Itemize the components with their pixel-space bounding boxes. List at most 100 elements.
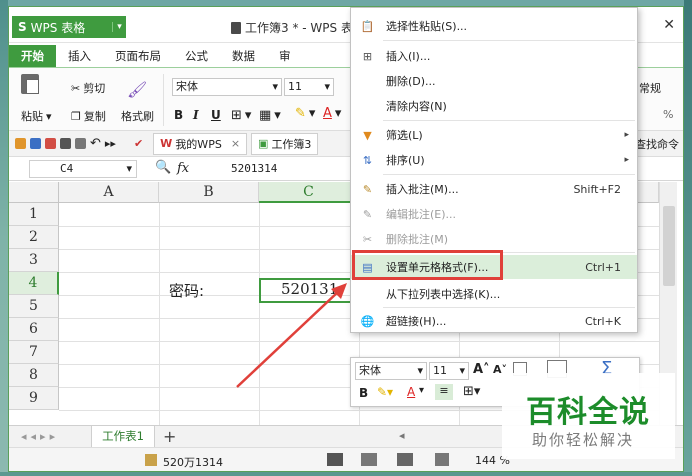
- sheet-nav-icon[interactable]: ◂◂▸▸: [21, 430, 59, 443]
- font-color-button[interactable]: A ▾: [323, 106, 341, 121]
- paste-icon[interactable]: [21, 74, 39, 94]
- gridline: [159, 203, 160, 425]
- row-header-3[interactable]: 3: [9, 249, 59, 272]
- wps-logo-icon: S: [18, 20, 27, 34]
- format-painter-icon[interactable]: 🖌: [127, 80, 147, 99]
- page-break-view-icon[interactable]: [397, 453, 413, 466]
- zoom-search-icon[interactable]: 🔍: [155, 160, 171, 175]
- cell-b4[interactable]: 密码:: [169, 280, 204, 301]
- column-header-b[interactable]: B: [159, 182, 259, 203]
- menu-item-insert-comment[interactable]: ✎ 插入批注(M)... Shift+F2: [351, 177, 637, 201]
- gridline: [259, 203, 260, 425]
- cut-button[interactable]: ✂ 剪切: [71, 80, 105, 96]
- row-header-2[interactable]: 2: [9, 226, 59, 249]
- scrollbar-thumb[interactable]: [663, 206, 675, 286]
- open-icon[interactable]: [15, 138, 26, 149]
- menu-item-insert[interactable]: ⊞ 插入(I)...: [351, 44, 637, 68]
- save-icon[interactable]: [30, 138, 41, 149]
- tab-workbook3[interactable]: ▣ 工作簿3: [251, 132, 319, 155]
- row-header-5[interactable]: 5: [9, 295, 59, 318]
- highlight-color-button[interactable]: ✎ ▾: [295, 106, 315, 121]
- select-all-corner[interactable]: [9, 182, 59, 203]
- chevron-down-icon: ▾: [274, 108, 281, 123]
- menu-item-hyperlink[interactable]: 🌐 超链接(H)... Ctrl+K: [351, 309, 637, 333]
- menu-item-delete[interactable]: 删除(D)...: [351, 69, 637, 93]
- percent-button[interactable]: %: [663, 108, 673, 121]
- font-color-icon: A: [323, 106, 332, 121]
- border-button[interactable]: ⊞ ▾: [231, 108, 251, 123]
- sheet-tab-active[interactable]: 工作表1: [91, 426, 155, 448]
- row-header-7[interactable]: 7: [9, 341, 59, 364]
- row-header-4[interactable]: 4: [9, 272, 59, 295]
- context-menu: 📋 选择性粘贴(S)... ⊞ 插入(I)... 删除(D)... 清除内容(N) …: [350, 7, 638, 333]
- underline-button[interactable]: U: [211, 108, 221, 122]
- ribbon-divider: [163, 74, 164, 126]
- mini-bold-button[interactable]: B: [359, 386, 368, 400]
- name-box[interactable]: C4 ▾: [29, 160, 137, 178]
- mini-font-size-value: 11: [433, 364, 447, 377]
- menu-divider: [383, 40, 635, 41]
- mini-font-name-select[interactable]: 宋体 ▾: [355, 362, 427, 380]
- row-header-1[interactable]: 1: [9, 203, 59, 226]
- tab-mywps-label: 我的WPS: [175, 137, 222, 151]
- row-header-8[interactable]: 8: [9, 364, 59, 387]
- bold-button[interactable]: B: [174, 108, 183, 122]
- mini-font-color-icon[interactable]: A: [407, 385, 415, 399]
- format-painter-button[interactable]: 格式刷: [121, 108, 154, 124]
- mini-border-icon[interactable]: ⊞▾: [463, 384, 480, 399]
- font-name-select[interactable]: 宋体 ▾: [172, 78, 282, 96]
- menu-item-label: 从下拉列表中选择(K)...: [386, 288, 501, 301]
- close-icon[interactable]: ✕: [663, 17, 675, 33]
- app-menu-button[interactable]: S WPS 表格 ▾: [12, 16, 126, 38]
- row-header-9[interactable]: 9: [9, 387, 59, 410]
- grow-font-icon[interactable]: A˄: [473, 362, 490, 377]
- copy-button[interactable]: ❐ 复制: [71, 108, 106, 124]
- menu-item-label: 超链接(H)...: [386, 315, 447, 328]
- fill-button[interactable]: ▦ ▾: [259, 108, 281, 123]
- export-pdf-icon[interactable]: [45, 138, 56, 149]
- tab-home[interactable]: 开始: [9, 45, 56, 67]
- column-header-a[interactable]: A: [59, 182, 159, 203]
- mini-font-size-select[interactable]: 11 ▾: [429, 362, 469, 380]
- column-header-c[interactable]: C: [259, 182, 359, 203]
- align-center-icon[interactable]: ≡: [435, 384, 453, 400]
- tab-insert[interactable]: 插入: [56, 45, 103, 67]
- find-command[interactable]: 查找命令: [635, 136, 679, 152]
- undo-icon[interactable]: ↶: [90, 136, 101, 151]
- menu-item-clear-contents[interactable]: 清除内容(N): [351, 94, 637, 118]
- font-size-select[interactable]: 11 ▾: [284, 78, 334, 96]
- cell-c4[interactable]: 520131: [281, 280, 338, 298]
- italic-button[interactable]: I: [193, 108, 199, 122]
- print-preview-icon[interactable]: [75, 138, 86, 149]
- chevron-down-icon: ▾: [417, 364, 423, 377]
- tab-data[interactable]: 数据: [220, 45, 267, 67]
- desktop-background-bottom: [0, 472, 692, 476]
- tab-formulas[interactable]: 公式: [173, 45, 220, 67]
- scroll-left-icon[interactable]: ◂: [399, 429, 405, 442]
- number-format-label[interactable]: 常规: [639, 80, 661, 96]
- close-icon[interactable]: ×: [231, 137, 240, 150]
- more-icon[interactable]: ▸▸: [105, 137, 116, 150]
- menu-item-pick-from-list[interactable]: 从下拉列表中选择(K)...: [351, 282, 637, 306]
- tab-page-layout[interactable]: 页面布局: [103, 45, 173, 67]
- reading-view-icon[interactable]: [435, 453, 449, 466]
- tab-mywps[interactable]: W 我的WPS ×: [153, 132, 248, 155]
- function-icon[interactable]: fx: [177, 161, 189, 176]
- row-header-6[interactable]: 6: [9, 318, 59, 341]
- page-layout-view-icon[interactable]: [361, 453, 377, 466]
- menu-item-shortcut: Ctrl+K: [584, 314, 621, 328]
- desktop-background-left: [0, 0, 8, 476]
- print-icon[interactable]: [60, 138, 71, 149]
- edit-comment-icon: ✎: [362, 207, 373, 221]
- chevron-down-icon[interactable]: ▾: [419, 385, 424, 396]
- formula-input[interactable]: 5201314: [231, 162, 277, 175]
- paste-button[interactable]: 粘贴 ▾: [21, 108, 52, 124]
- normal-view-icon[interactable]: [327, 453, 343, 466]
- mini-fill-color-icon[interactable]: ✎▾: [377, 385, 393, 399]
- menu-item-filter[interactable]: ▼ 筛选(L) ▸: [351, 123, 637, 147]
- menu-item-paste-special[interactable]: 📋 选择性粘贴(S)...: [351, 14, 637, 38]
- add-sheet-button[interactable]: +: [163, 427, 176, 446]
- menu-item-sort[interactable]: ⇅ 排序(U) ▸: [351, 148, 637, 172]
- tab-review[interactable]: 审: [267, 45, 303, 67]
- chevron-down-icon[interactable]: ▾: [112, 22, 126, 32]
